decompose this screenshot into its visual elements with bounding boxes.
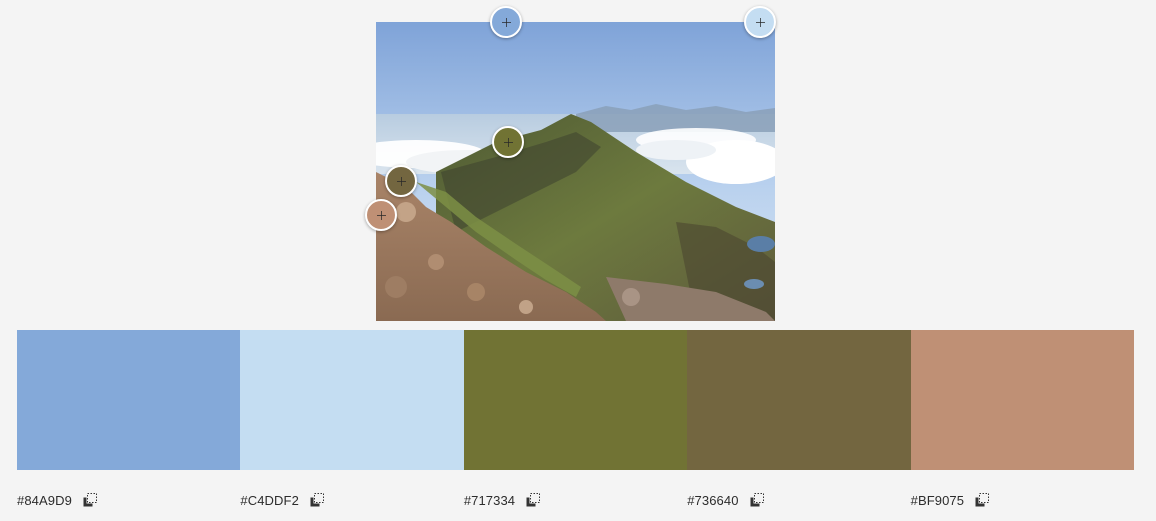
hex-value: #736640 [687, 492, 739, 508]
hex-label-row: #84A9D9 #C4DDF2 #717334 #736640 #BF9075 [17, 490, 1134, 510]
color-swatch-4[interactable] [687, 330, 911, 470]
hex-label-4: #736640 [687, 490, 910, 510]
copy-icon[interactable] [974, 492, 990, 508]
color-swatch-1[interactable] [17, 330, 241, 470]
hex-value: #C4DDF2 [240, 492, 299, 508]
hex-label-5: #BF9075 [911, 490, 1134, 510]
color-swatch-strip [17, 330, 1135, 470]
color-picker-handle-1[interactable] [490, 6, 522, 38]
crosshair-icon [396, 176, 406, 186]
copy-icon[interactable] [525, 492, 541, 508]
color-swatch-5[interactable] [910, 330, 1135, 470]
color-picker-handle-2[interactable] [744, 6, 776, 38]
hex-label-3: #717334 [464, 490, 687, 510]
mountain-photo-icon [376, 22, 775, 321]
hex-label-2: #C4DDF2 [240, 490, 463, 510]
color-picker-handle-5[interactable] [365, 199, 397, 231]
color-swatch-3[interactable] [463, 330, 688, 470]
copy-icon[interactable] [82, 492, 98, 508]
crosshair-icon [376, 210, 386, 220]
crosshair-icon [755, 17, 765, 27]
hex-value: #BF9075 [910, 492, 965, 508]
hex-label-1: #84A9D9 [17, 490, 240, 510]
color-picker-handle-3[interactable] [492, 126, 524, 158]
hex-value: #717334 [463, 492, 516, 508]
copy-icon[interactable] [309, 492, 325, 508]
source-photo [376, 22, 775, 321]
color-swatch-2[interactable] [240, 330, 464, 470]
hex-value: #84A9D9 [17, 492, 72, 508]
copy-icon[interactable] [749, 492, 765, 508]
color-picker-handle-4[interactable] [385, 165, 417, 197]
crosshair-icon [501, 17, 511, 27]
crosshair-icon [503, 137, 513, 147]
